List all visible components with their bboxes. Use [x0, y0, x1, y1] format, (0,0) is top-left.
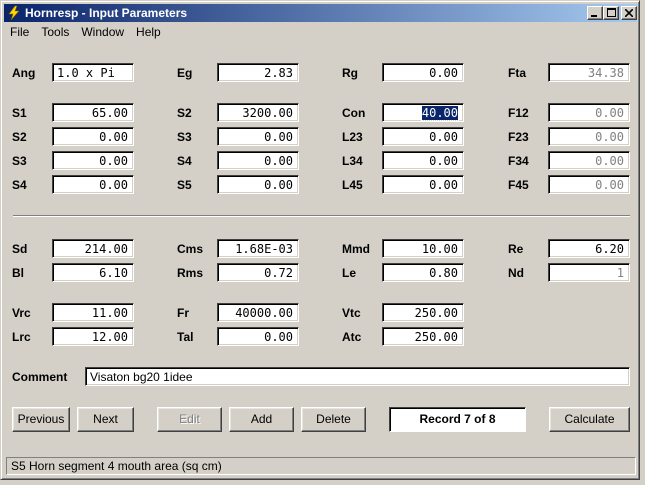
le-field[interactable]: 0.80 [382, 263, 464, 282]
rg-label: Rg [342, 66, 358, 80]
atc-field[interactable]: 250.00 [382, 327, 464, 346]
fr-field[interactable]: 40000.00 [217, 303, 299, 322]
s4-field[interactable]: 0.00 [52, 175, 134, 194]
f12-label: F12 [508, 106, 529, 120]
l45-label: L45 [342, 178, 363, 192]
previous-button[interactable]: Previous [12, 407, 70, 432]
cms-label: Cms [177, 242, 204, 256]
s1-label: S1 [12, 106, 27, 120]
menu-bar: File Tools Window Help [4, 23, 637, 41]
s2-mouth-label: S2 [177, 106, 192, 120]
tal-label: Tal [177, 330, 194, 344]
hornresp-window: Hornresp - Input Parameters File Tools W… [0, 0, 640, 480]
menu-tools[interactable]: Tools [35, 23, 75, 41]
ang-label: Ang [12, 66, 36, 80]
maximize-button[interactable] [603, 6, 619, 20]
f12-field: 0.00 [548, 103, 630, 122]
f45-field: 0.00 [548, 175, 630, 194]
rg-field[interactable]: 0.00 [382, 63, 464, 82]
nd-label: Nd [508, 266, 524, 280]
menu-window[interactable]: Window [75, 23, 130, 41]
lightning-icon [6, 5, 22, 21]
con-field[interactable]: 40.00 [382, 103, 464, 122]
l34-field[interactable]: 0.00 [382, 151, 464, 170]
next-button[interactable]: Next [77, 407, 134, 432]
mmd-label: Mmd [342, 242, 370, 256]
le-label: Le [342, 266, 357, 280]
s3-field[interactable]: 0.00 [52, 151, 134, 170]
f45-label: F45 [508, 178, 529, 192]
vtc-field[interactable]: 250.00 [382, 303, 464, 322]
s3-mouth-field[interactable]: 0.00 [217, 127, 299, 146]
sd-field[interactable]: 214.00 [52, 239, 134, 258]
vrc-label: Vrc [12, 306, 31, 320]
tal-field[interactable]: 0.00 [217, 327, 299, 346]
s4-label: S4 [12, 178, 27, 192]
lrc-label: Lrc [12, 330, 31, 344]
f34-field: 0.00 [548, 151, 630, 170]
fr-label: Fr [177, 306, 189, 320]
s3-mouth-label: S3 [177, 130, 192, 144]
s5-field[interactable]: 0.00 [217, 175, 299, 194]
s1-field[interactable]: 65.00 [52, 103, 134, 122]
maximize-icon [606, 6, 616, 20]
menu-help[interactable]: Help [130, 23, 167, 41]
f34-label: F34 [508, 154, 529, 168]
s2-label: S2 [12, 130, 27, 144]
fta-label: Fta [508, 66, 526, 80]
s4-mouth-label: S4 [177, 154, 192, 168]
comment-field[interactable]: Visaton bg20 1idee [85, 367, 630, 386]
edit-button: Edit [157, 407, 222, 432]
re-field[interactable]: 6.20 [548, 239, 630, 258]
eg-label: Eg [177, 66, 193, 80]
s2-mouth-field[interactable]: 3200.00 [217, 103, 299, 122]
atc-label: Atc [342, 330, 362, 344]
s4-mouth-field[interactable]: 0.00 [217, 151, 299, 170]
ang-field[interactable]: 1.0 x Pi [52, 63, 134, 82]
fta-field: 34.38 [548, 63, 630, 82]
l34-label: L34 [342, 154, 363, 168]
comment-label: Comment [12, 370, 68, 384]
add-button[interactable]: Add [229, 407, 294, 432]
l23-label: L23 [342, 130, 363, 144]
close-icon [624, 6, 634, 20]
re-label: Re [508, 242, 524, 256]
mmd-field[interactable]: 10.00 [382, 239, 464, 258]
status-bar: S5 Horn segment 4 mouth area (sq cm) [6, 457, 636, 475]
delete-button[interactable]: Delete [301, 407, 366, 432]
con-label: Con [342, 106, 366, 120]
menu-file[interactable]: File [4, 23, 35, 41]
f23-field: 0.00 [548, 127, 630, 146]
vtc-label: Vtc [342, 306, 361, 320]
record-indicator: Record 7 of 8 [389, 407, 526, 432]
eg-field[interactable]: 2.83 [217, 63, 299, 82]
minimize-icon [591, 6, 599, 20]
bl-field[interactable]: 6.10 [52, 263, 134, 282]
section-divider [13, 215, 630, 217]
con-selected-value: 40.00 [420, 105, 460, 121]
minimize-button[interactable] [587, 6, 603, 20]
rms-label: Rms [177, 266, 204, 280]
s2-field[interactable]: 0.00 [52, 127, 134, 146]
s3-label: S3 [12, 154, 27, 168]
sd-label: Sd [12, 242, 28, 256]
bl-label: Bl [12, 266, 24, 280]
rms-field[interactable]: 0.72 [217, 263, 299, 282]
l45-field[interactable]: 0.00 [382, 175, 464, 194]
cms-field[interactable]: 1.68E-03 [217, 239, 299, 258]
calculate-button[interactable]: Calculate [549, 407, 630, 432]
lrc-field[interactable]: 12.00 [52, 327, 134, 346]
l23-field[interactable]: 0.00 [382, 127, 464, 146]
nd-field: 1 [548, 263, 630, 282]
window-title: Hornresp - Input Parameters [25, 6, 188, 20]
title-bar[interactable]: Hornresp - Input Parameters [4, 4, 637, 22]
close-button[interactable] [621, 6, 637, 20]
f23-label: F23 [508, 130, 529, 144]
vrc-field[interactable]: 11.00 [52, 303, 134, 322]
s5-label: S5 [177, 178, 192, 192]
